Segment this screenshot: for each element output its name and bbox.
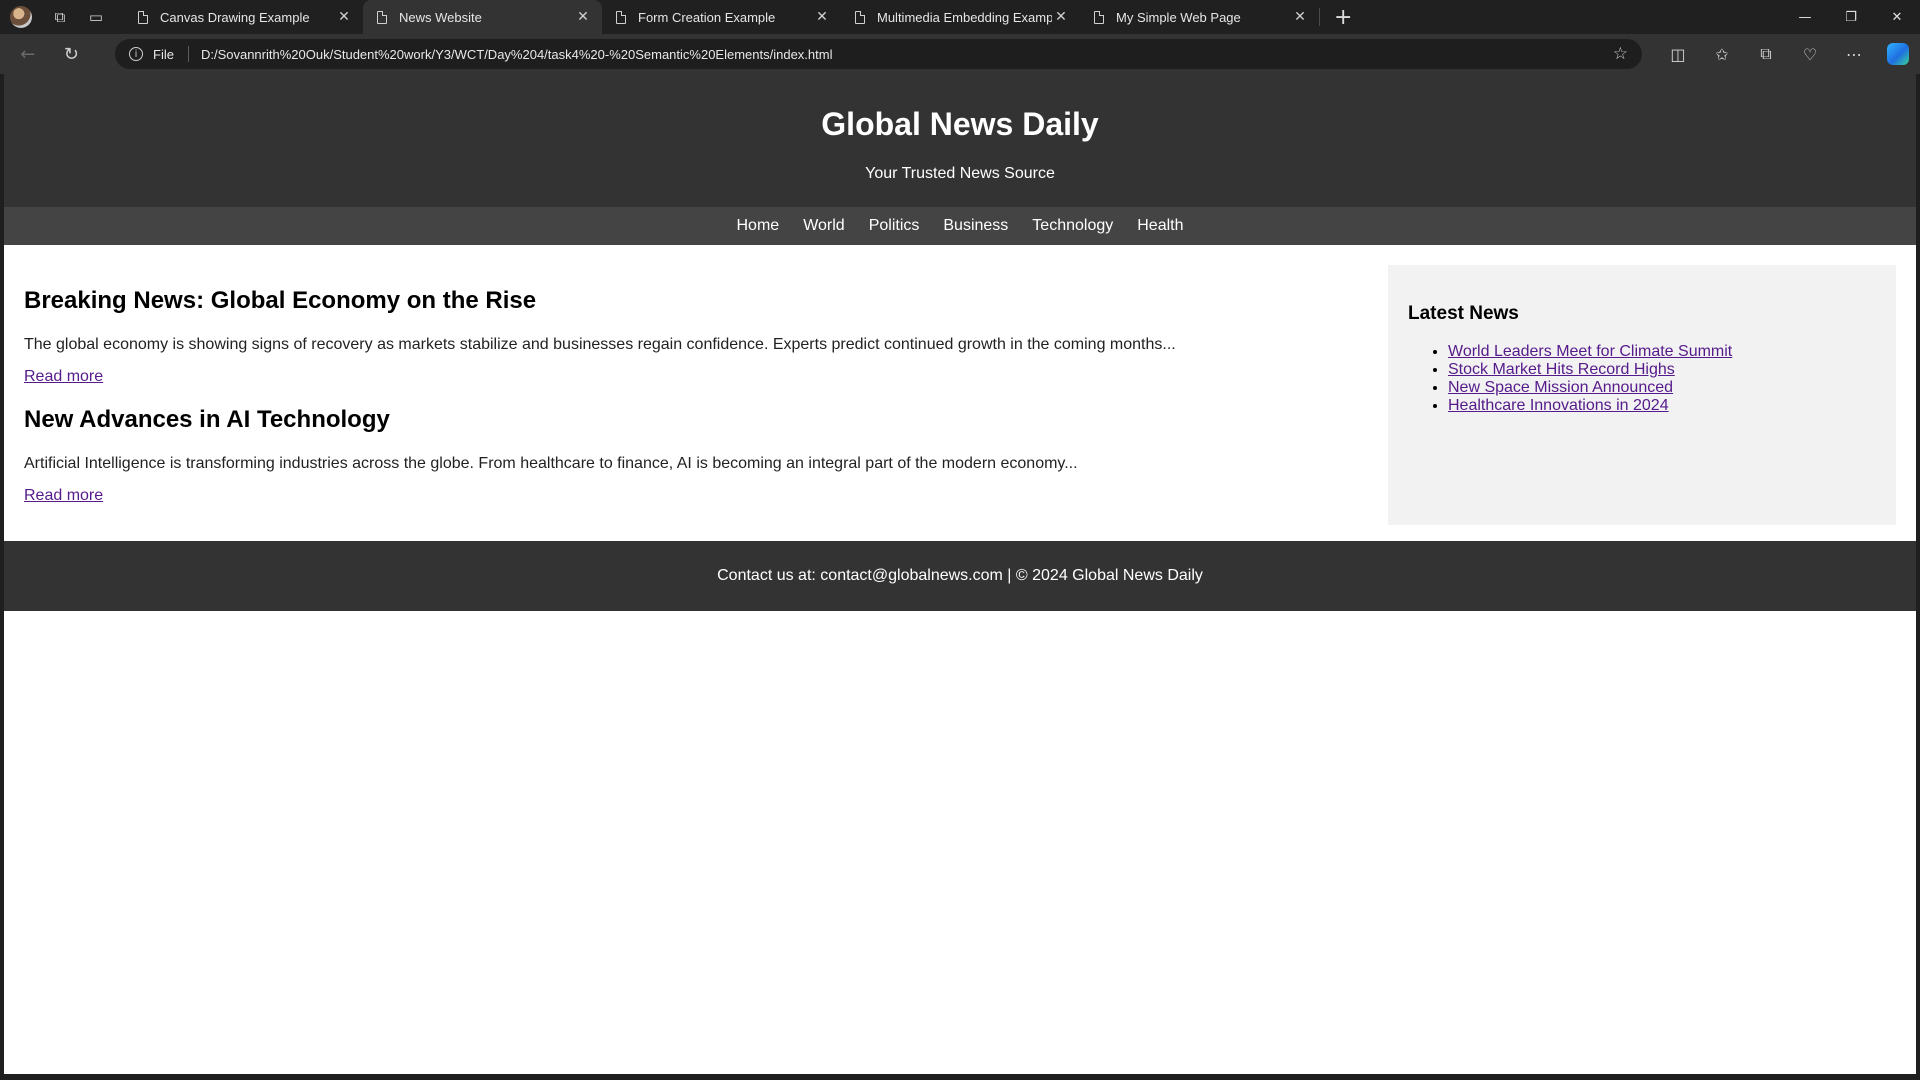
site-tagline: Your Trusted News Source	[865, 165, 1055, 182]
latest-news-link[interactable]: New Space Mission Announced	[1448, 379, 1673, 396]
window-close-icon[interactable]: ✕	[1874, 0, 1920, 34]
profile-avatar[interactable]	[10, 6, 32, 28]
page-icon	[855, 10, 865, 24]
site-nav: Home World Politics Business Technology …	[4, 207, 1916, 245]
tab-divider	[1319, 8, 1320, 26]
address-bar[interactable]: i File D:/Sovannrith%20Ouk/Student%20wor…	[115, 39, 1642, 69]
nav-link-technology[interactable]: Technology	[1032, 217, 1113, 235]
footer-text: Contact us at: contact@globalnews.com | …	[717, 567, 1203, 584]
collections-icon[interactable]: ⧉	[1744, 38, 1788, 70]
toolbar-actions: ◫ ✩ ⧉ ♡ ⋯	[1656, 38, 1920, 70]
article: New Advances in AI Technology Artificial…	[24, 406, 1198, 505]
nav-link-politics[interactable]: Politics	[869, 217, 920, 235]
window-controls: — ❐ ✕	[1782, 0, 1920, 34]
browser-toolbar: ← ↻ i File D:/Sovannrith%20Ouk/Student%2…	[0, 34, 1920, 74]
list-item: Stock Market Hits Record Highs	[1448, 361, 1876, 379]
tab-multimedia-embedding[interactable]: Multimedia Embedding Example ✕	[841, 0, 1080, 34]
tab-canvas-drawing[interactable]: Canvas Drawing Example ✕	[124, 0, 363, 34]
article-summary: Artificial Intelligence is transforming …	[24, 455, 1078, 473]
nav-link-world[interactable]: World	[803, 217, 845, 235]
refresh-icon[interactable]: ↻	[54, 38, 90, 70]
tab-title: Form Creation Example	[638, 9, 776, 25]
address-scheme-label: File	[153, 46, 174, 62]
page-icon	[616, 10, 626, 24]
latest-news-link[interactable]: World Leaders Meet for Climate Summit	[1448, 343, 1732, 360]
tab-title: Canvas Drawing Example	[160, 9, 310, 25]
copilot-logo	[1886, 43, 1909, 65]
tab-actions-icon[interactable]: ▭	[82, 3, 110, 31]
site-footer: Contact us at: contact@globalnews.com | …	[4, 541, 1916, 611]
back-arrow-icon[interactable]: ←	[10, 38, 46, 70]
split-screen-icon[interactable]: ◫	[1656, 38, 1700, 70]
favorites-icon[interactable]: ✩	[1700, 38, 1744, 70]
nav-link-home[interactable]: Home	[737, 217, 780, 235]
read-more-link[interactable]: Read more	[24, 368, 103, 386]
read-more-link[interactable]: Read more	[24, 487, 103, 505]
sidebar-title: Latest News	[1408, 303, 1519, 324]
site-title: Global News Daily	[821, 106, 1099, 142]
close-icon[interactable]: ✕	[813, 9, 831, 25]
page-viewport: Global News Daily Your Trusted News Sour…	[4, 74, 1916, 1074]
article-title: Breaking News: Global Economy on the Ris…	[24, 287, 537, 314]
article-title: New Advances in AI Technology	[24, 406, 390, 434]
latest-news-link[interactable]: Healthcare Innovations in 2024	[1448, 397, 1669, 414]
restore-icon[interactable]: ❐	[1828, 0, 1874, 34]
sidebar-latest-news: Latest News World Leaders Meet for Clima…	[1388, 265, 1896, 525]
page-icon	[377, 10, 387, 24]
browser-essentials-icon[interactable]: ♡	[1788, 38, 1832, 70]
list-item: New Space Mission Announced	[1448, 379, 1876, 397]
page-icon	[138, 10, 148, 24]
list-item: World Leaders Meet for Climate Summit	[1448, 343, 1876, 361]
latest-news-link[interactable]: Stock Market Hits Record Highs	[1448, 361, 1675, 378]
tab-title: News Website	[399, 9, 482, 25]
minimize-icon[interactable]: —	[1782, 0, 1828, 34]
more-options-icon[interactable]: ⋯	[1832, 38, 1876, 70]
tab-title: Multimedia Embedding Example	[877, 9, 1052, 25]
page-icon	[1094, 10, 1104, 24]
site-info-icon[interactable]: i	[129, 47, 143, 61]
tab-news-website[interactable]: News Website ✕	[363, 0, 602, 34]
workspaces-icon[interactable]: ⧉	[46, 3, 74, 31]
site-header: Global News Daily Your Trusted News Sour…	[4, 74, 1916, 207]
address-url[interactable]: D:/Sovannrith%20Ouk/Student%20work/Y3/WC…	[201, 47, 833, 62]
tab-title: My Simple Web Page	[1116, 9, 1241, 25]
tab-form-creation[interactable]: Form Creation Example ✕	[602, 0, 841, 34]
close-icon[interactable]: ✕	[1291, 9, 1309, 25]
close-icon[interactable]: ✕	[335, 9, 353, 25]
nav-link-health[interactable]: Health	[1137, 217, 1183, 235]
browser-tab-strip: ⧉ ▭ Canvas Drawing Example ✕ News Websit…	[0, 0, 1920, 34]
article-summary: The global economy is showing signs of r…	[24, 336, 1176, 353]
copilot-icon[interactable]	[1876, 38, 1920, 70]
tab-simple-web-page[interactable]: My Simple Web Page ✕	[1080, 0, 1319, 34]
content-area: Breaking News: Global Economy on the Ris…	[4, 245, 1916, 545]
close-icon[interactable]: ✕	[574, 9, 592, 25]
latest-news-list: World Leaders Meet for Climate Summit St…	[1408, 343, 1876, 415]
favorite-star-icon[interactable]: ☆	[1613, 44, 1628, 64]
list-item: Healthcare Innovations in 2024	[1448, 397, 1876, 415]
main-articles: Breaking News: Global Economy on the Ris…	[24, 265, 1388, 525]
article: Breaking News: Global Economy on the Ris…	[24, 287, 1198, 386]
nav-link-business[interactable]: Business	[943, 217, 1008, 235]
close-icon[interactable]: ✕	[1052, 9, 1070, 25]
address-divider	[187, 46, 189, 62]
new-tab-plus-icon[interactable]: +	[1334, 5, 1352, 30]
